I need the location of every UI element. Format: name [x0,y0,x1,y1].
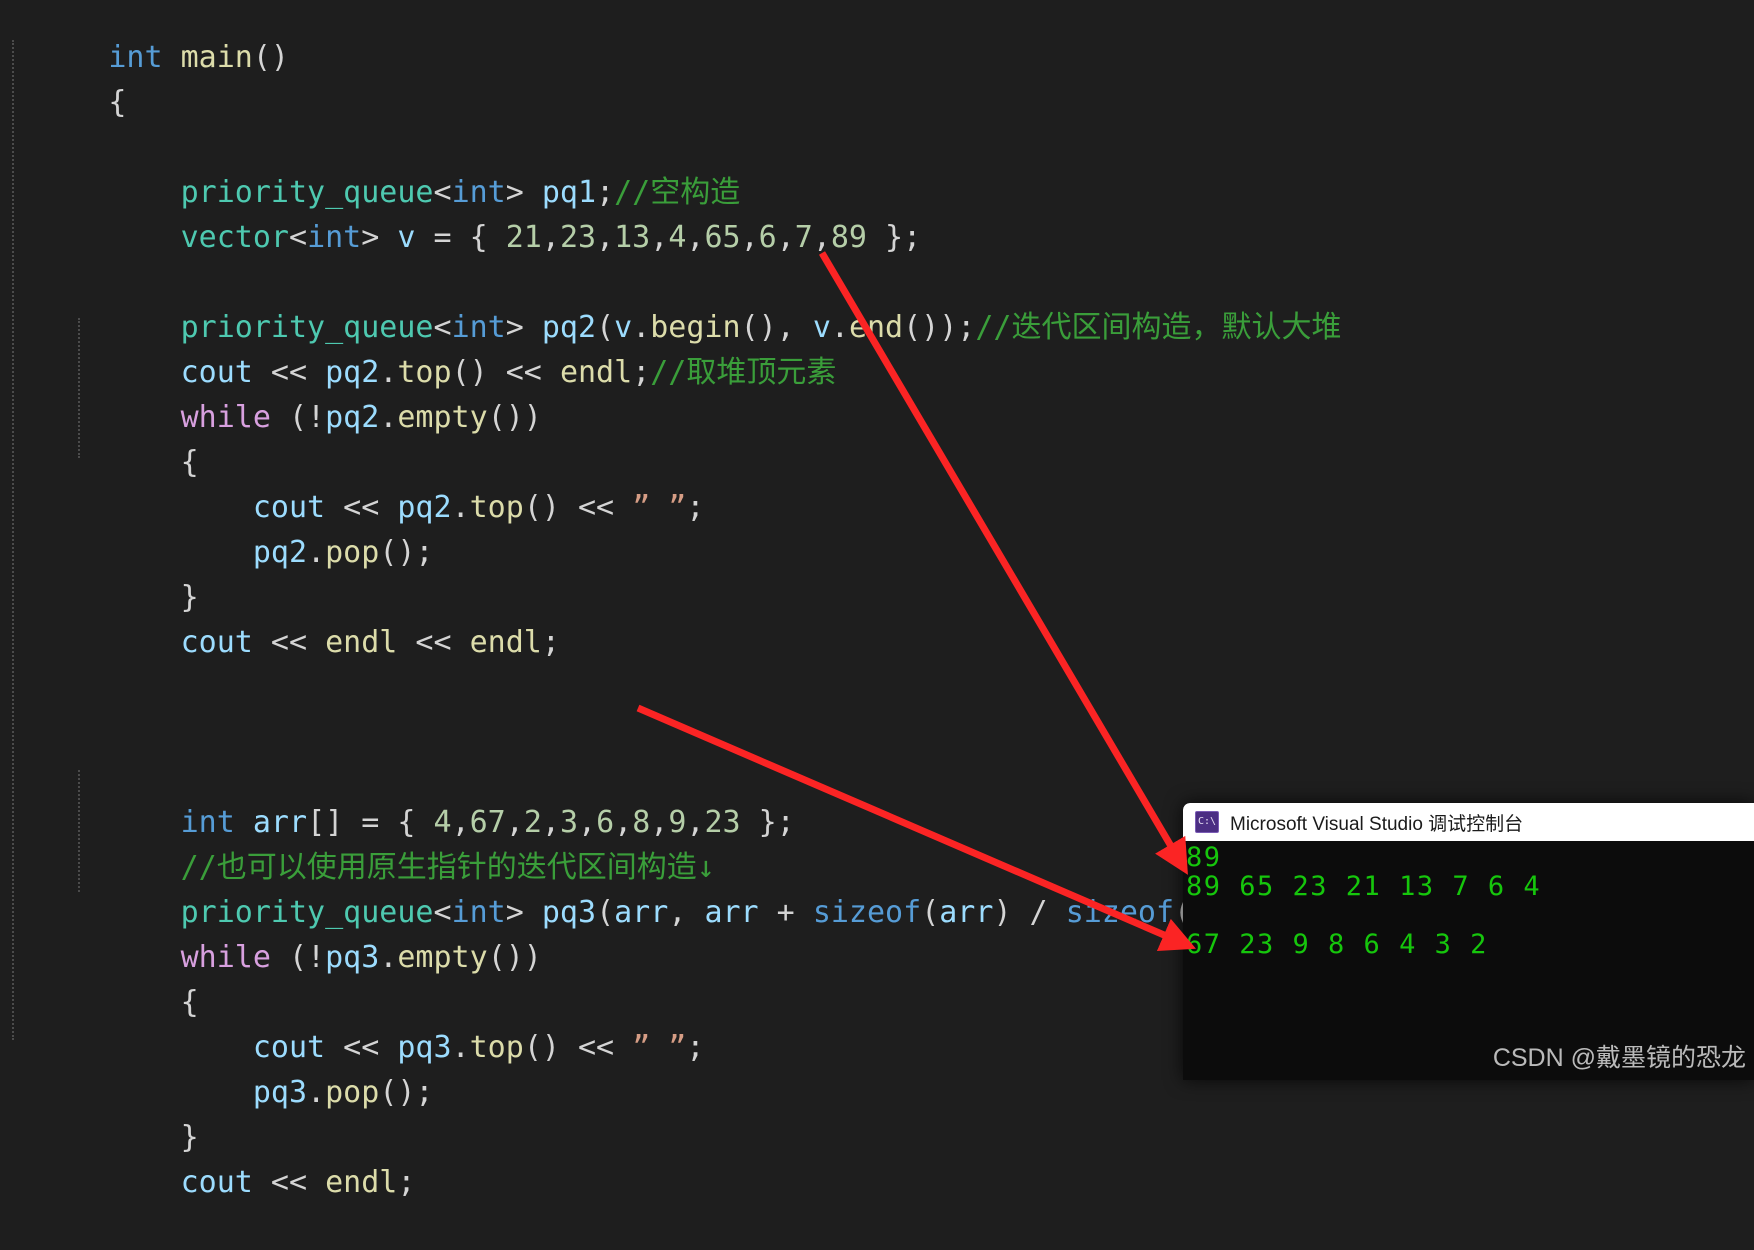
code-line: pq2.pop(); [252,535,434,570]
code-line: priority_queue<int> pq2(v.begin(), v.end… [180,310,1342,345]
code-line: cout << pq2.top() << endl;//取堆顶元素 [180,355,837,390]
console-output-line: 89 [1186,842,1222,873]
code-line: cout << endl << endl; [180,625,560,660]
code-line: cout << pq2.top() << ” ”; [252,490,705,525]
code-line: while (!pq2.empty()) [180,400,542,435]
code-line: { [0,35,1754,120]
console-output-line-blank [1186,901,1754,930]
console-output[interactable]: 89 89 65 23 21 13 7 6 4 67 23 9 8 6 4 3 … [1183,841,1754,1080]
code-line: priority_queue<int> pq1;//空构造 [180,175,741,210]
console-output-line: 89 65 23 21 13 7 6 4 [1186,871,1542,902]
console-window[interactable]: Microsoft Visual Studio 调试控制台 89 89 65 2… [1183,803,1754,1080]
code-line: int arr[] = { 4,67,2,3,6,8,9,23 }; [180,805,795,840]
code-line: } [108,580,199,615]
screen-root: int main() { priority_queue<int> pq1;//空… [0,0,1754,1200]
code-line: vector<int> v = { 21,23,13,4,65,6,7,89 }… [180,220,922,255]
console-titlebar[interactable]: Microsoft Visual Studio 调试控制台 [1183,803,1754,841]
console-app-icon [1195,811,1219,833]
code-line: { [108,445,199,480]
code-line: int main() [108,40,289,75]
code-line: cout << endl; [180,1165,416,1200]
console-title: Microsoft Visual Studio 调试控制台 [1230,813,1524,835]
console-output-line: 67 23 9 8 6 4 3 2 [1186,929,1488,960]
